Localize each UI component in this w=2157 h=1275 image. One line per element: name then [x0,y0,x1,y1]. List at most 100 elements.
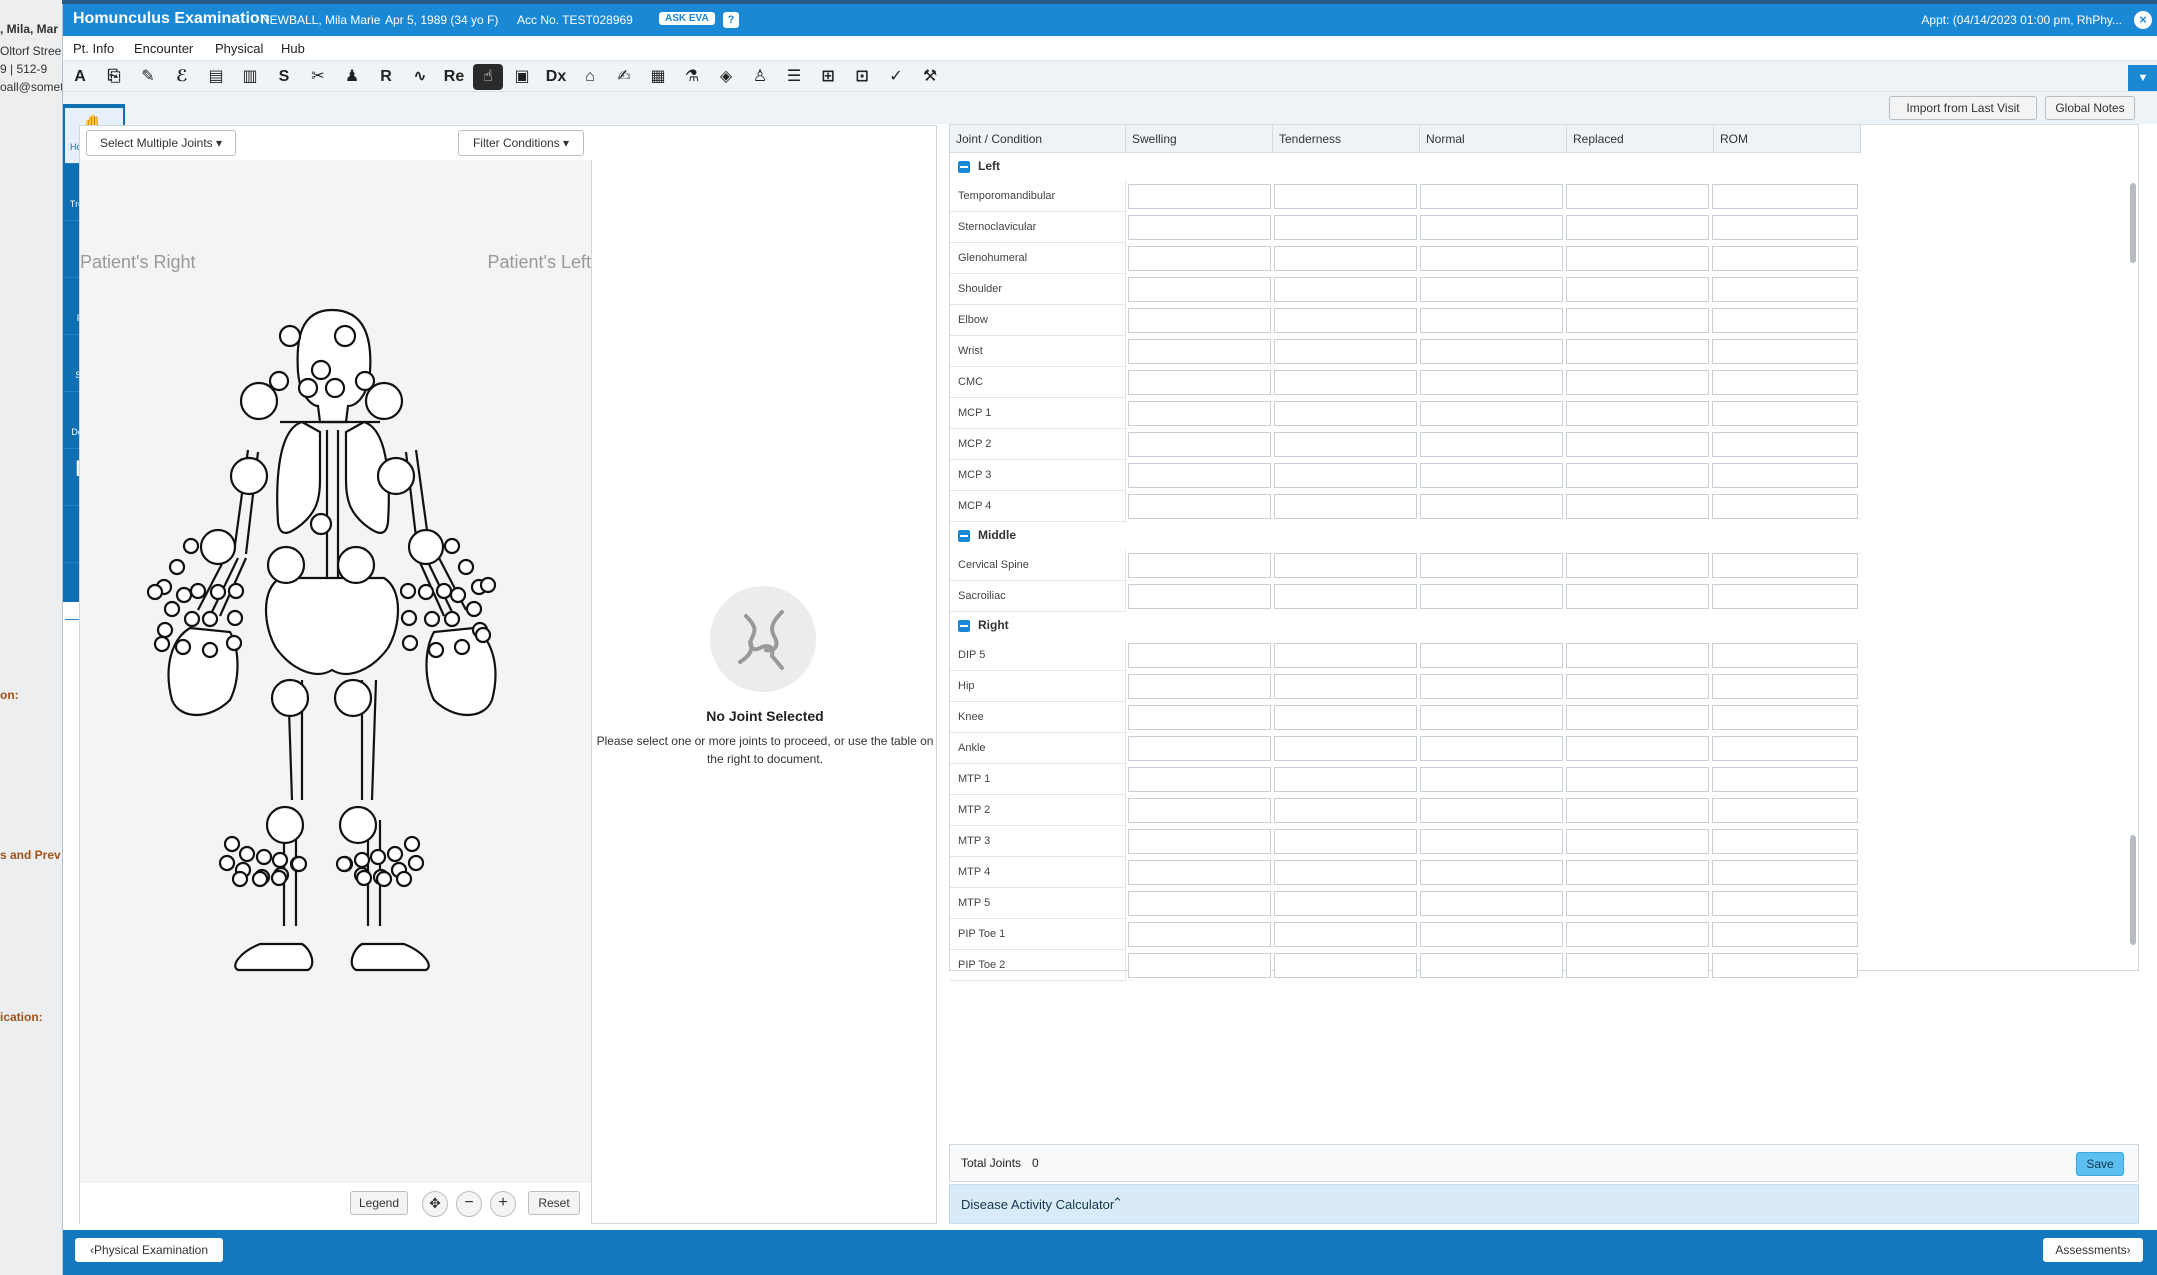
joint-marker[interactable] [395,870,413,888]
joint-marker[interactable] [336,545,376,585]
group-left[interactable]: Left [950,153,2138,181]
condition-input[interactable] [1274,277,1417,302]
condition-input[interactable] [1274,308,1417,333]
toolbar-icon-25[interactable]: ✓ [881,64,911,90]
condition-input[interactable] [1128,705,1271,730]
group-right[interactable]: Right [950,612,2138,640]
joint-marker[interactable] [353,851,371,869]
joint-marker[interactable] [324,377,346,399]
condition-input[interactable] [1566,922,1709,947]
toolbar-icon-9[interactable]: ♟ [337,64,367,90]
condition-input[interactable] [1274,463,1417,488]
condition-input[interactable] [1712,370,1858,395]
condition-input[interactable] [1274,643,1417,668]
condition-input[interactable] [1128,246,1271,271]
joint-marker[interactable] [435,582,453,600]
condition-input[interactable] [1420,370,1563,395]
condition-input[interactable] [1128,401,1271,426]
condition-input[interactable] [1566,370,1709,395]
condition-input[interactable] [1712,829,1858,854]
condition-input[interactable] [1712,215,1858,240]
condition-input[interactable] [1566,705,1709,730]
joint-marker[interactable] [338,805,378,845]
joint-marker[interactable] [266,545,306,585]
condition-input[interactable] [1420,674,1563,699]
condition-input[interactable] [1712,736,1858,761]
condition-input[interactable] [1128,463,1271,488]
condition-input[interactable] [1420,246,1563,271]
ask-eva-button[interactable]: ASK EVA [659,12,715,25]
joint-marker[interactable] [201,610,219,628]
condition-input[interactable] [1420,953,1563,978]
joint-marker[interactable] [401,634,419,652]
toolbar-icon-7[interactable]: S [269,64,299,90]
condition-input[interactable] [1274,370,1417,395]
collapse-icon[interactable] [958,530,970,542]
condition-input[interactable] [1274,584,1417,609]
condition-input[interactable] [1712,494,1858,519]
condition-input[interactable] [1274,246,1417,271]
joint-marker[interactable] [268,370,290,392]
select-multiple-joints-dropdown[interactable]: Select Multiple Joints ▾ [86,130,236,156]
joint-marker[interactable] [386,845,404,863]
joint-marker[interactable] [227,582,245,600]
condition-input[interactable] [1566,339,1709,364]
condition-input[interactable] [1420,829,1563,854]
filter-conditions-dropdown[interactable]: Filter Conditions ▾ [458,130,584,156]
condition-input[interactable] [1274,953,1417,978]
condition-input[interactable] [1712,584,1858,609]
joint-marker[interactable] [290,855,308,873]
condition-input[interactable] [1274,922,1417,947]
joint-marker[interactable] [400,609,418,627]
condition-input[interactable] [1566,584,1709,609]
toolbar-icon-26[interactable]: ⚒ [915,64,945,90]
reset-button[interactable]: Reset [528,1191,580,1215]
condition-input[interactable] [1274,215,1417,240]
condition-input[interactable] [1420,215,1563,240]
condition-input[interactable] [1274,798,1417,823]
joint-marker[interactable] [174,638,192,656]
joint-marker[interactable] [310,359,332,381]
condition-input[interactable] [1420,339,1563,364]
skeleton-diagram[interactable] [80,160,592,1183]
condition-input[interactable] [1712,277,1858,302]
condition-input[interactable] [1712,767,1858,792]
condition-input[interactable] [1566,798,1709,823]
joint-marker[interactable] [156,621,174,639]
condition-input[interactable] [1128,277,1271,302]
joint-marker[interactable] [474,626,492,644]
zoom-out-icon[interactable]: − [456,1191,482,1217]
toolbar-icon-5[interactable]: ▤ [201,64,231,90]
joint-marker[interactable] [309,512,333,536]
condition-input[interactable] [1712,184,1858,209]
condition-input[interactable] [1420,308,1563,333]
condition-input[interactable] [1128,643,1271,668]
condition-input[interactable] [1420,277,1563,302]
menu-physical[interactable]: Physical [215,41,263,56]
joint-marker[interactable] [465,600,483,618]
condition-input[interactable] [1712,674,1858,699]
toolbar-icon-23[interactable]: ⊞ [813,64,843,90]
joint-marker[interactable] [255,848,273,866]
condition-input[interactable] [1712,463,1858,488]
joint-marker[interactable] [229,456,269,496]
condition-input[interactable] [1420,584,1563,609]
condition-input[interactable] [1420,643,1563,668]
joint-marker[interactable] [238,845,256,863]
condition-input[interactable] [1566,215,1709,240]
toolbar-icon-20[interactable]: ◈ [711,64,741,90]
condition-input[interactable] [1128,553,1271,578]
toolbar-icon-12[interactable]: Re [439,64,469,90]
condition-input[interactable] [1274,432,1417,457]
condition-input[interactable] [1566,277,1709,302]
joint-marker[interactable] [209,583,227,601]
condition-input[interactable] [1128,736,1271,761]
condition-input[interactable] [1712,401,1858,426]
joint-marker[interactable] [335,855,353,873]
condition-input[interactable] [1420,463,1563,488]
toolbar-icon-4[interactable]: ℰ [167,64,197,90]
joint-marker[interactable] [231,870,249,888]
condition-input[interactable] [1712,339,1858,364]
toolbar-icon-24[interactable]: ⊡ [847,64,877,90]
joint-marker[interactable] [270,869,288,887]
